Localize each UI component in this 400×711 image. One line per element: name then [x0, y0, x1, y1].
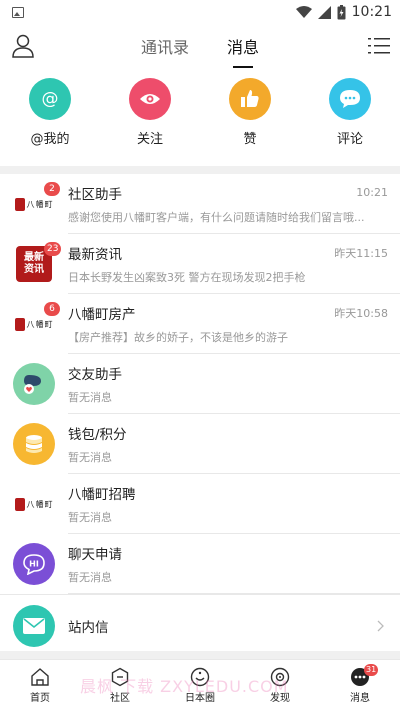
nav-label: 日本圈 [185, 693, 215, 704]
brand-logo: 八幡町 [14, 497, 54, 511]
message-preview: 【房产推荐】故乡的娇子，不该是他乡的游子 [68, 330, 288, 344]
unread-badge: 6 [44, 302, 60, 316]
nav-home[interactable]: 首页 [0, 660, 80, 711]
message-item-recruitment[interactable]: 八幡町 八幡町招聘 暂无消息 [0, 474, 400, 534]
nav-community[interactable]: 社区 [80, 660, 160, 711]
at-icon: @ [29, 78, 71, 120]
nav-label: 发现 [270, 693, 290, 704]
brand-logo: 八幡町 [14, 197, 54, 211]
message-preview: 暂无消息 [68, 510, 112, 524]
user-profile-icon[interactable] [12, 34, 34, 58]
message-item-dating-assistant[interactable]: 交友助手 暂无消息 [0, 354, 400, 414]
nav-label: 首页 [30, 693, 50, 704]
message-preview: 暂无消息 [68, 570, 112, 584]
envelope-icon [13, 604, 55, 647]
quick-action-likes[interactable]: 赞 [210, 78, 290, 166]
message-item-wallet-points[interactable]: 钱包/积分 暂无消息 [0, 414, 400, 474]
circle-icon [190, 667, 210, 687]
tab-contacts[interactable]: 通讯录 [141, 26, 189, 66]
message-title: 最新资讯 [68, 246, 122, 263]
inbox-title: 站内信 [68, 619, 109, 636]
message-preview: 暂无消息 [68, 390, 112, 404]
message-list: 八幡町 2 社区助手 10:21 感谢您使用八幡町客户端，有什么问题请随时给我们… [0, 174, 400, 656]
home-icon [31, 668, 49, 686]
message-item-community-assistant[interactable]: 八幡町 2 社区助手 10:21 感谢您使用八幡町客户端，有什么问题请随时给我们… [0, 174, 400, 234]
message-title: 八幡町招聘 [68, 486, 136, 503]
quick-actions: @ @我的 关注 赞 评论 [0, 68, 400, 166]
message-preview: 暂无消息 [68, 450, 112, 464]
status-bar: 10:21 [0, 0, 400, 24]
nav-unread-badge: 31 [364, 664, 379, 676]
message-preview: 日本长野发生凶案致3死 警方在现场发现2把手枪 [68, 270, 306, 284]
nav-label: 社区 [110, 693, 130, 704]
coins-icon [13, 423, 55, 465]
message-time: 10:21 [356, 186, 388, 199]
section-divider [0, 166, 400, 174]
quick-action-label: @我的 [30, 132, 70, 147]
message-time: 昨天10:58 [334, 306, 388, 320]
thumbs-up-icon [229, 78, 271, 120]
quick-action-label: 评论 [336, 132, 363, 147]
discover-icon [270, 667, 290, 687]
menu-list-icon[interactable] [368, 35, 390, 57]
message-title: 八幡町房产 [68, 306, 136, 323]
tab-messages[interactable]: 消息 [227, 26, 259, 68]
message-item-latest-news[interactable]: 最新 资讯 23 最新资讯 昨天11:15 日本长野发生凶案致3死 警方在现场发现… [0, 234, 400, 294]
nav-messages[interactable]: 31 消息 [320, 660, 400, 711]
bottom-navigation: 首页 社区 日本圈 发现 31 消息 晨枫 下载 ZXYLEDU.COM [0, 659, 400, 711]
eye-icon [129, 78, 171, 120]
quick-action-follow[interactable]: 关注 [110, 78, 190, 166]
message-title: 聊天申请 [68, 546, 122, 563]
brand-logo: 八幡町 [14, 317, 54, 331]
message-item-chat-requests[interactable]: HI 聊天申请 暂无消息 [0, 534, 400, 594]
header-tabs: 通讯录 消息 [141, 26, 259, 68]
quick-action-label: 关注 [136, 132, 163, 147]
chevron-right-icon [377, 620, 384, 631]
unread-badge: 23 [44, 242, 62, 256]
section-divider [0, 651, 400, 659]
community-icon [111, 667, 129, 687]
message-time: 昨天11:15 [334, 246, 388, 260]
message-item-real-estate[interactable]: 八幡町 6 八幡町房产 昨天10:58 【房产推荐】故乡的娇子，不该是他乡的游子 [0, 294, 400, 354]
signal-icon [317, 5, 331, 19]
nav-japan-circle[interactable]: 日本圈 [160, 660, 240, 711]
inbox-row[interactable]: 站内信 [0, 594, 400, 656]
message-title: 社区助手 [68, 186, 122, 203]
comment-icon [329, 78, 371, 120]
status-time: 10:21 [351, 4, 392, 20]
quick-action-mentions[interactable]: @ @我的 [10, 78, 90, 166]
nav-discover[interactable]: 发现 [240, 660, 320, 711]
battery-icon [337, 4, 346, 19]
quick-action-label: 赞 [243, 132, 257, 147]
hi-chat-icon: HI [13, 543, 55, 585]
quick-action-comments[interactable]: 评论 [310, 78, 390, 166]
message-title: 钱包/积分 [68, 426, 127, 443]
chat-bubbles-icon [13, 363, 55, 405]
image-notification-icon [12, 6, 24, 18]
svg-text:@: @ [42, 89, 59, 109]
message-title: 交友助手 [68, 366, 122, 383]
top-header: 通讯录 消息 [0, 24, 400, 68]
unread-badge: 2 [44, 182, 60, 196]
wifi-icon [295, 5, 312, 18]
svg-text:HI: HI [29, 560, 39, 569]
nav-label: 消息 [350, 693, 370, 704]
message-preview: 感谢您使用八幡町客户端，有什么问题请随时给我们留言哦... [68, 210, 365, 224]
